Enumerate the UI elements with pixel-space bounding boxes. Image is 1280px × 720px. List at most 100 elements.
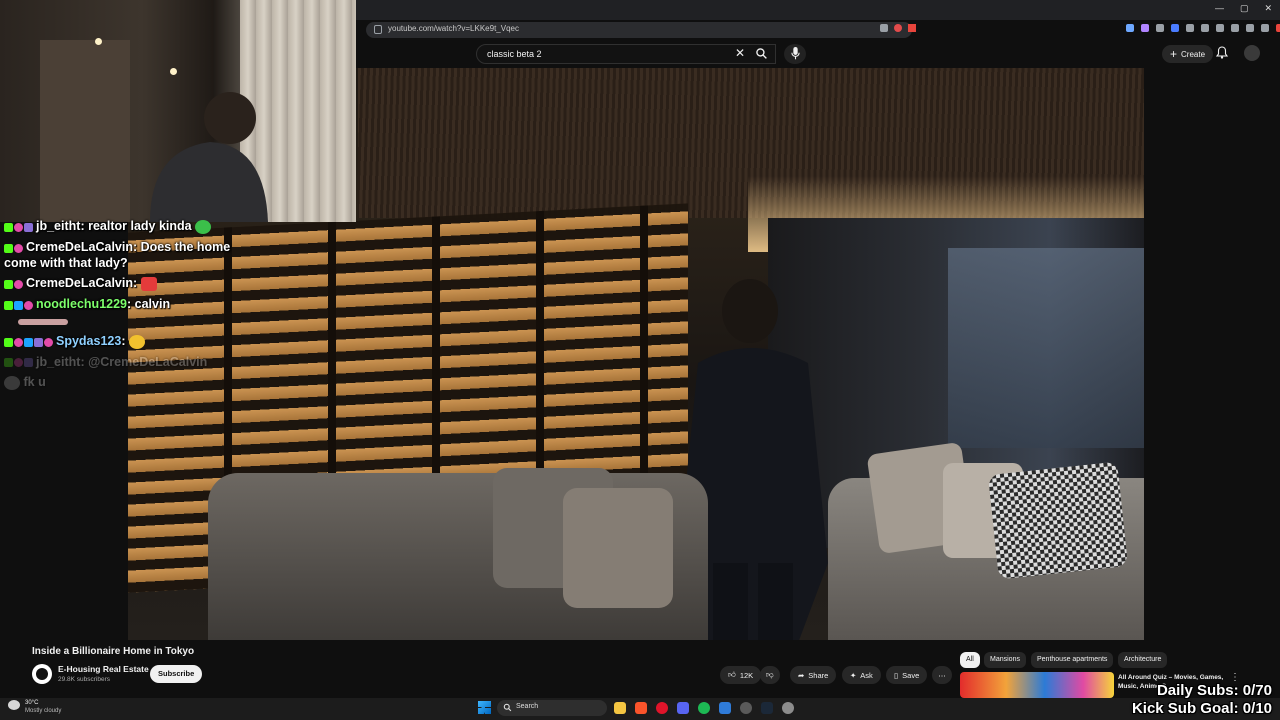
chip-penthouse-apartments[interactable]: Penthouse apartments	[1031, 652, 1114, 668]
channel-name[interactable]: E-Housing Real Estate	[58, 664, 149, 674]
thumbs-down-icon: 👎︎	[766, 670, 774, 679]
extension-icon[interactable]	[1126, 24, 1134, 32]
ask-label: Ask	[860, 670, 873, 680]
extension-icon[interactable]	[1231, 24, 1239, 32]
chat-message: CremeDeLaCalvin: Does the home come with…	[4, 239, 231, 271]
extension-icon[interactable]	[1156, 24, 1164, 32]
chat-badges	[4, 334, 54, 350]
extension-icon[interactable]	[1216, 24, 1224, 32]
search-icon	[756, 48, 767, 59]
obs-icon[interactable]	[740, 702, 752, 714]
taskbar-search-label: Search	[516, 703, 539, 710]
voice-search-button[interactable]	[784, 44, 806, 64]
thumbs-up-icon: 👍︎	[728, 670, 736, 679]
search-icon	[503, 703, 512, 712]
extension-icon[interactable]	[1201, 24, 1209, 32]
brave-browser-icon[interactable]	[635, 702, 647, 714]
file-explorer-icon[interactable]	[614, 702, 626, 714]
extension-icon[interactable]	[1246, 24, 1254, 32]
steam-icon[interactable]	[761, 702, 773, 714]
discord-icon[interactable]	[677, 702, 689, 714]
sparkle-icon: ✦	[850, 670, 857, 680]
minimize-icon[interactable]: —	[1215, 3, 1224, 14]
chat-username[interactable]: jb_eitht	[36, 219, 80, 233]
chat-username[interactable]: CremeDeLaCalvin	[26, 276, 133, 290]
chip-mansions[interactable]: Mansions	[984, 652, 1026, 668]
video-scene-cushion	[563, 488, 673, 608]
stream-chat: jb_eitht: realtor lady kinda CremeDeLaCa…	[4, 218, 264, 394]
opera-icon[interactable]	[656, 702, 668, 714]
chat-badges	[4, 276, 24, 292]
weather-temperature: 30°C	[25, 700, 39, 706]
chip-all[interactable]: All	[960, 652, 980, 668]
chat-badges	[4, 239, 24, 255]
video-title: Inside a Billionaire Home in Tokyo	[32, 646, 195, 657]
chat-text: calvin	[134, 297, 171, 312]
subscribe-button[interactable]: Subscribe	[150, 665, 203, 683]
extension-icon[interactable]	[1276, 24, 1280, 32]
chip-architecture[interactable]: Architecture	[1118, 652, 1168, 668]
extension-icon[interactable]	[1186, 24, 1194, 32]
site-info-icon[interactable]	[374, 25, 382, 34]
chat-username[interactable]: Spydas123	[56, 334, 121, 348]
chat-username[interactable]: CremeDeLaCalvin	[26, 240, 133, 254]
emote-icon	[4, 375, 20, 390]
chat-message: jb_eitht: @CremeDeLaCalvin	[4, 354, 264, 371]
chat-text: realtor lady kinda	[88, 219, 192, 233]
extension-icon[interactable]	[880, 24, 888, 32]
webcam-scene-light	[95, 38, 102, 45]
webcam-overlay	[0, 0, 356, 222]
weather-description: Mostly cloudy	[25, 708, 62, 714]
close-window-icon[interactable]: ✕	[1264, 3, 1272, 14]
settings-gear-icon[interactable]	[782, 702, 794, 714]
share-label: Share	[808, 670, 829, 680]
save-button[interactable]: ▯ Save	[886, 666, 928, 684]
like-button[interactable]: 👍︎ 12K	[720, 666, 762, 684]
emote-icon	[195, 219, 212, 234]
chat-message: CremeDeLaCalvin:	[4, 275, 264, 292]
address-bar[interactable]: youtube.com/watch?v=LKKe9t_Vqec	[366, 22, 912, 38]
share-icon: ➦	[798, 670, 805, 680]
chat-message: Spydas123:	[4, 333, 264, 350]
taskbar-search[interactable]	[497, 700, 607, 716]
extension-icon[interactable]	[1171, 24, 1179, 32]
channel-logo-icon	[36, 668, 48, 680]
share-button[interactable]: ➦ Share	[790, 666, 837, 684]
emote-icon	[18, 318, 68, 325]
notifications-bell-icon[interactable]	[1215, 46, 1229, 64]
app-icon[interactable]	[719, 702, 731, 714]
chat-badges	[4, 297, 34, 313]
recommended-video-thumbnail[interactable]	[960, 672, 1114, 698]
extension-icon[interactable]	[1141, 24, 1149, 32]
url-text: youtube.com/watch?v=LKKe9t_Vqec	[388, 24, 519, 33]
more-icon: ⋯	[938, 670, 946, 680]
emote-icon	[128, 334, 145, 349]
extension-icon[interactable]	[908, 24, 916, 32]
taskbar-apps	[614, 702, 794, 714]
create-button[interactable]: + Create	[1162, 45, 1214, 63]
chat-username[interactable]: jb_eitht	[36, 355, 80, 369]
chat-message: fk u	[4, 374, 264, 390]
microphone-icon	[791, 47, 800, 60]
chat-username[interactable]: noodlechu1229	[36, 297, 127, 311]
extension-icon[interactable]	[1261, 24, 1269, 32]
search-input[interactable]: classic beta 2 ✕	[476, 44, 776, 64]
weather-cloud-icon[interactable]	[8, 700, 20, 710]
like-count: 12K	[739, 670, 754, 680]
clear-search-icon[interactable]: ✕	[735, 46, 745, 60]
save-label: Save	[902, 670, 920, 680]
search-button[interactable]	[748, 44, 776, 64]
spotify-icon[interactable]	[698, 702, 710, 714]
window-controls: — ▢ ✕	[1215, 3, 1272, 14]
extension-icon[interactable]	[894, 24, 902, 32]
maximize-icon[interactable]: ▢	[1240, 3, 1249, 14]
ask-button[interactable]: ✦ Ask	[842, 666, 881, 684]
account-avatar[interactable]	[1244, 45, 1260, 61]
video-scene-checkered-pillow	[987, 461, 1129, 580]
dislike-button[interactable]: 👎︎	[760, 666, 780, 684]
chat-text: @CremeDeLaCalvin	[88, 354, 208, 369]
extension-icons	[880, 24, 916, 32]
emote-icon	[140, 277, 157, 292]
chat-message: noodlechu1229: calvin	[4, 296, 264, 329]
more-actions-button[interactable]: ⋯	[932, 666, 952, 684]
